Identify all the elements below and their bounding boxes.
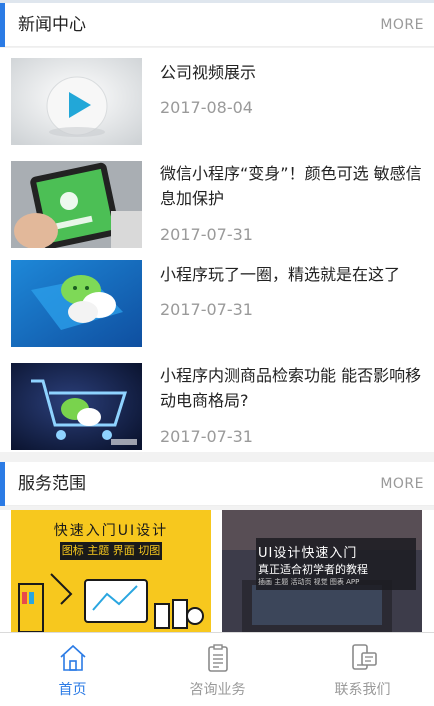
tab-consulting-label: 咨询业务 [189, 682, 246, 698]
news-title: 公司视频展示 [160, 63, 257, 82]
news-more-link[interactable]: MORE [380, 3, 424, 47]
section-accent-bar [0, 3, 5, 47]
contact-phone-icon [352, 644, 377, 670]
news-thumbnail [11, 363, 142, 450]
service-card-subheading: 真正适合初学者的教程 [258, 563, 368, 576]
news-list: 公司视频展示 2017-08-04 微信小程序“变身”！颜色可选 敏感信息加保护… [0, 48, 434, 452]
news-section-title: 新闻中心 [18, 15, 86, 35]
service-card-heading: UI设计快速入门 [258, 546, 358, 561]
services-more-link[interactable]: MORE [380, 462, 424, 506]
news-item[interactable]: 微信小程序“变身”！颜色可选 敏感信息加保护 2017-07-31 [0, 149, 434, 250]
news-date: 2017-07-31 [160, 427, 253, 446]
tab-home-label: 首页 [58, 682, 87, 698]
news-date: 2017-07-31 [160, 225, 253, 244]
section-accent-bar [0, 462, 5, 506]
news-item[interactable]: 小程序玩了一圈，精选就是在这了 2017-07-31 [0, 250, 434, 351]
service-card-tags: 插画 主题 活动页 视觉 图表 APP [258, 578, 360, 586]
tab-contact-label: 联系我们 [334, 682, 391, 698]
services-cards: 快速入门UI设计 图标 主题 界面 切图 UI设计快速入门 真正适合初学者的教程… [0, 510, 434, 632]
services-section-header: 服务范围 MORE [0, 462, 434, 506]
clipboard-icon [208, 644, 228, 672]
news-title: 微信小程序“变身”！颜色可选 敏感信息加保护 [160, 164, 422, 208]
play-icon [11, 58, 142, 145]
service-card-ui-design[interactable]: 快速入门UI设计 图标 主题 界面 切图 [11, 510, 211, 632]
news-item[interactable]: 小程序内测商品检索功能 能否影响移动电商格局? 2017-07-31 [0, 351, 434, 452]
tab-contact[interactable]: 联系我们 [290, 633, 434, 706]
news-date: 2017-07-31 [160, 300, 253, 319]
news-section-header: 新闻中心 MORE [0, 3, 434, 47]
home-icon [60, 644, 86, 671]
services-section-title: 服务范围 [18, 474, 86, 494]
tab-home[interactable]: 首页 [0, 633, 145, 706]
service-card-ui-intro[interactable]: UI设计快速入门 真正适合初学者的教程 插画 主题 活动页 视觉 图表 APP [222, 510, 422, 632]
tab-consulting[interactable]: 咨询业务 [145, 633, 290, 706]
cart-icon [11, 363, 142, 450]
news-thumbnail [11, 161, 142, 248]
news-thumbnail [11, 260, 142, 347]
bottom-tab-bar: 首页 咨询业务 联系我们 [0, 632, 434, 706]
news-thumbnail [11, 58, 142, 145]
wechat-icon [11, 260, 142, 347]
design-illustration-icon [18, 573, 204, 632]
phone-icon [11, 161, 142, 248]
news-date: 2017-08-04 [160, 98, 253, 117]
news-title: 小程序内测商品检索功能 能否影响移动电商格局? [160, 366, 422, 410]
service-card-subheading: 图标 主题 界面 切图 [60, 542, 162, 560]
news-title: 小程序玩了一圈，精选就是在这了 [160, 265, 401, 284]
service-card-heading: 快速入门UI设计 [53, 523, 169, 539]
news-item[interactable]: 公司视频展示 2017-08-04 [0, 48, 434, 149]
